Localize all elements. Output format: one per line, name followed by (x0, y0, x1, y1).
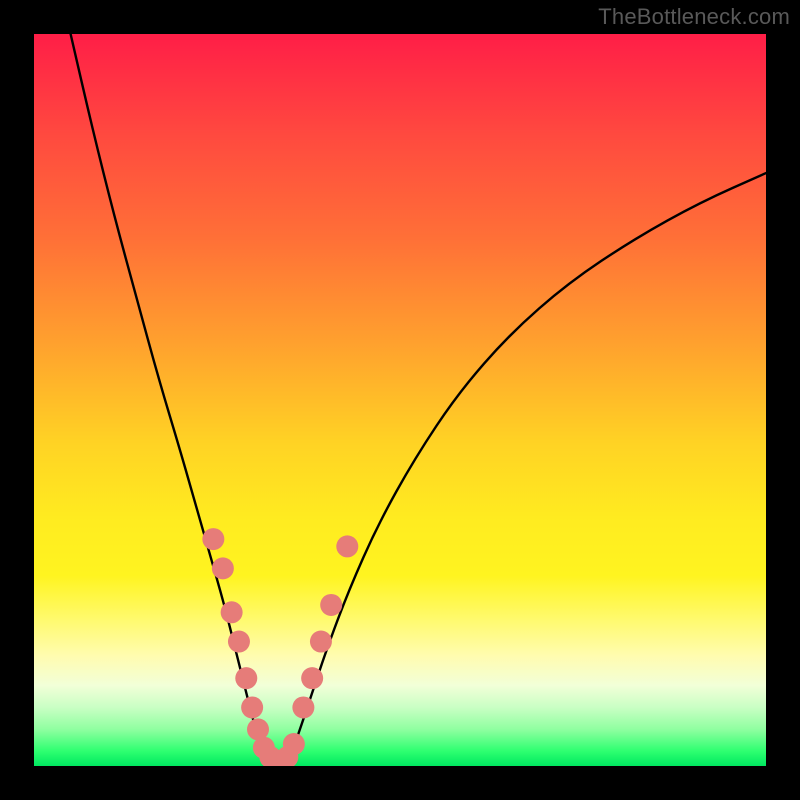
curve-left (71, 34, 267, 766)
scatter-point (228, 631, 250, 653)
scatter-point (221, 601, 243, 623)
chart-svg (34, 34, 766, 766)
scatter-point (310, 631, 332, 653)
scatter-point (320, 594, 342, 616)
scatter-point (241, 696, 263, 718)
scatter-point (301, 667, 323, 689)
scatter-point (202, 528, 224, 550)
watermark-label: TheBottleneck.com (598, 4, 790, 30)
chart-frame: TheBottleneck.com (0, 0, 800, 800)
scatter-point (292, 696, 314, 718)
scatter-points (202, 528, 358, 766)
plot-area (34, 34, 766, 766)
scatter-point (283, 733, 305, 755)
scatter-point (336, 535, 358, 557)
curve-right (287, 173, 766, 766)
scatter-point (235, 667, 257, 689)
scatter-point (212, 557, 234, 579)
